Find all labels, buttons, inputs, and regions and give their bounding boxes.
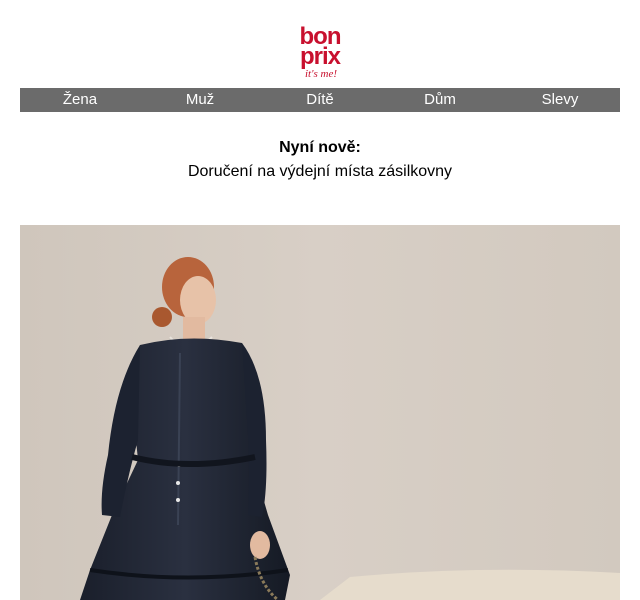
face (180, 276, 216, 324)
logo-line2: prix (300, 43, 342, 70)
nav-item-dum[interactable]: Dům (380, 88, 500, 112)
nav-item-slevy[interactable]: Slevy (500, 88, 620, 112)
hero-image[interactable] (20, 225, 620, 600)
announcement: Nyní nově: Doručení na výdejní místa zás… (20, 137, 620, 184)
announcement-text: Doručení na výdejní místa zásilkovny (187, 163, 453, 180)
nav-item-zena[interactable]: Žena (20, 88, 140, 112)
bonprix-logo[interactable]: bon prix it's me! (290, 22, 350, 80)
announcement-title: Nyní nově: (279, 139, 361, 156)
header: bon prix it's me! (0, 0, 640, 88)
logo-tagline: it's me! (305, 68, 337, 80)
nav-item-dite[interactable]: Dítě (260, 88, 380, 112)
main-nav: Žena Muž Dítě Dům Slevy (20, 88, 620, 112)
hero-photo (20, 225, 620, 600)
nav-item-muz[interactable]: Muž (140, 88, 260, 112)
